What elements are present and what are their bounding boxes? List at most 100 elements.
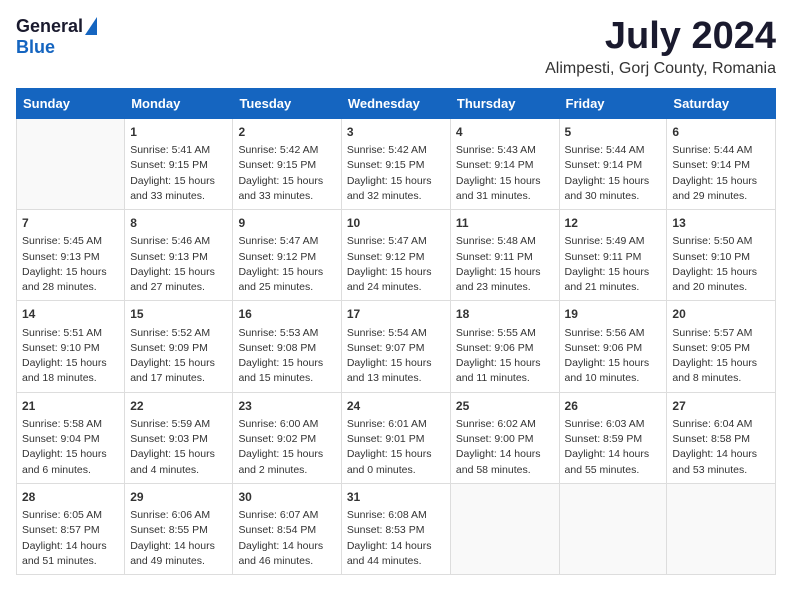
cell-info-line: Sunset: 9:13 PM [22, 250, 119, 265]
day-of-week-header: Friday [559, 88, 667, 118]
cell-info-line: Sunset: 8:59 PM [565, 432, 662, 447]
calendar-cell [667, 483, 776, 574]
calendar-table: SundayMondayTuesdayWednesdayThursdayFrid… [16, 88, 776, 575]
day-number: 6 [672, 124, 770, 141]
day-number: 3 [347, 124, 445, 141]
logo-blue-text: Blue [16, 37, 55, 58]
calendar-cell: 14Sunrise: 5:51 AMSunset: 9:10 PMDayligh… [17, 301, 125, 392]
cell-info-line: Daylight: 14 hours [565, 447, 662, 462]
cell-info-line: Sunset: 8:53 PM [347, 523, 445, 538]
cell-info-line: Sunset: 9:06 PM [565, 341, 662, 356]
logo-general-text: General [16, 16, 83, 37]
cell-info-line: Sunset: 9:10 PM [22, 341, 119, 356]
cell-info-line: Daylight: 15 hours [672, 356, 770, 371]
month-year-title: July 2024 [545, 16, 776, 58]
cell-info-line: and 27 minutes. [130, 280, 227, 295]
cell-info-line: and 32 minutes. [347, 189, 445, 204]
day-number: 12 [565, 215, 662, 232]
cell-info-line: and 2 minutes. [238, 463, 335, 478]
cell-info-line: Sunset: 9:12 PM [238, 250, 335, 265]
cell-info-line: Sunrise: 6:03 AM [565, 417, 662, 432]
cell-info-line: Sunset: 9:12 PM [347, 250, 445, 265]
cell-info-line: Daylight: 15 hours [130, 174, 227, 189]
calendar-week-row: 7Sunrise: 5:45 AMSunset: 9:13 PMDaylight… [17, 210, 776, 301]
cell-info-line: and 46 minutes. [238, 554, 335, 569]
cell-info-line: Sunrise: 5:57 AM [672, 326, 770, 341]
day-number: 8 [130, 215, 227, 232]
calendar-cell: 18Sunrise: 5:55 AMSunset: 9:06 PMDayligh… [450, 301, 559, 392]
cell-info-line: Sunrise: 5:51 AM [22, 326, 119, 341]
cell-info-line: Daylight: 15 hours [672, 265, 770, 280]
cell-info-line: Sunrise: 6:02 AM [456, 417, 554, 432]
calendar-cell: 11Sunrise: 5:48 AMSunset: 9:11 PMDayligh… [450, 210, 559, 301]
page-header: General Blue July 2024 Alimpesti, Gorj C… [16, 16, 776, 78]
calendar-cell: 9Sunrise: 5:47 AMSunset: 9:12 PMDaylight… [233, 210, 341, 301]
calendar-cell: 30Sunrise: 6:07 AMSunset: 8:54 PMDayligh… [233, 483, 341, 574]
calendar-cell: 6Sunrise: 5:44 AMSunset: 9:14 PMDaylight… [667, 118, 776, 209]
calendar-week-row: 28Sunrise: 6:05 AMSunset: 8:57 PMDayligh… [17, 483, 776, 574]
day-number: 25 [456, 398, 554, 415]
cell-info-line: Sunrise: 5:58 AM [22, 417, 119, 432]
calendar-cell: 31Sunrise: 6:08 AMSunset: 8:53 PMDayligh… [341, 483, 450, 574]
cell-info-line: and 8 minutes. [672, 371, 770, 386]
cell-info-line: and 10 minutes. [565, 371, 662, 386]
cell-info-line: Sunset: 8:57 PM [22, 523, 119, 538]
cell-info-line: Daylight: 15 hours [130, 356, 227, 371]
cell-info-line: Sunset: 9:04 PM [22, 432, 119, 447]
cell-info-line: Daylight: 14 hours [130, 539, 227, 554]
cell-info-line: and 6 minutes. [22, 463, 119, 478]
calendar-cell: 16Sunrise: 5:53 AMSunset: 9:08 PMDayligh… [233, 301, 341, 392]
day-of-week-header: Monday [125, 88, 233, 118]
day-number: 7 [22, 215, 119, 232]
cell-info-line: and 11 minutes. [456, 371, 554, 386]
cell-info-line: Daylight: 15 hours [130, 265, 227, 280]
cell-info-line: Sunrise: 5:50 AM [672, 234, 770, 249]
day-number: 24 [347, 398, 445, 415]
cell-info-line: and 55 minutes. [565, 463, 662, 478]
cell-info-line: and 24 minutes. [347, 280, 445, 295]
calendar-cell: 4Sunrise: 5:43 AMSunset: 9:14 PMDaylight… [450, 118, 559, 209]
cell-info-line: and 33 minutes. [238, 189, 335, 204]
day-number: 5 [565, 124, 662, 141]
cell-info-line: Daylight: 14 hours [672, 447, 770, 462]
calendar-cell [450, 483, 559, 574]
calendar-cell: 27Sunrise: 6:04 AMSunset: 8:58 PMDayligh… [667, 392, 776, 483]
cell-info-line: Sunrise: 5:42 AM [238, 143, 335, 158]
day-number: 19 [565, 306, 662, 323]
cell-info-line: Sunset: 9:09 PM [130, 341, 227, 356]
cell-info-line: Sunset: 9:14 PM [456, 158, 554, 173]
cell-info-line: and 13 minutes. [347, 371, 445, 386]
location-text: Alimpesti, Gorj County, Romania [545, 60, 776, 78]
cell-info-line: Daylight: 15 hours [347, 265, 445, 280]
cell-info-line: and 51 minutes. [22, 554, 119, 569]
cell-info-line: Daylight: 15 hours [238, 447, 335, 462]
calendar-cell: 17Sunrise: 5:54 AMSunset: 9:07 PMDayligh… [341, 301, 450, 392]
cell-info-line: Sunset: 9:11 PM [565, 250, 662, 265]
calendar-cell: 28Sunrise: 6:05 AMSunset: 8:57 PMDayligh… [17, 483, 125, 574]
calendar-week-row: 1Sunrise: 5:41 AMSunset: 9:15 PMDaylight… [17, 118, 776, 209]
cell-info-line: Sunrise: 6:07 AM [238, 508, 335, 523]
cell-info-line: Sunrise: 5:42 AM [347, 143, 445, 158]
cell-info-line: and 20 minutes. [672, 280, 770, 295]
day-number: 10 [347, 215, 445, 232]
day-number: 22 [130, 398, 227, 415]
cell-info-line: Daylight: 15 hours [22, 265, 119, 280]
cell-info-line: Daylight: 15 hours [347, 447, 445, 462]
cell-info-line: and 53 minutes. [672, 463, 770, 478]
cell-info-line: Sunset: 8:55 PM [130, 523, 227, 538]
day-number: 29 [130, 489, 227, 506]
cell-info-line: Sunset: 9:06 PM [456, 341, 554, 356]
cell-info-line: Sunrise: 5:52 AM [130, 326, 227, 341]
cell-info-line: and 31 minutes. [456, 189, 554, 204]
day-number: 27 [672, 398, 770, 415]
calendar-cell: 23Sunrise: 6:00 AMSunset: 9:02 PMDayligh… [233, 392, 341, 483]
calendar-cell: 12Sunrise: 5:49 AMSunset: 9:11 PMDayligh… [559, 210, 667, 301]
day-number: 16 [238, 306, 335, 323]
cell-info-line: Sunrise: 5:47 AM [347, 234, 445, 249]
cell-info-line: Sunrise: 5:45 AM [22, 234, 119, 249]
cell-info-line: Sunrise: 5:43 AM [456, 143, 554, 158]
cell-info-line: Sunset: 9:05 PM [672, 341, 770, 356]
cell-info-line: Sunset: 8:58 PM [672, 432, 770, 447]
cell-info-line: Sunrise: 5:54 AM [347, 326, 445, 341]
calendar-cell: 10 Sunrise: 5:47 AMSunset: 9:12 PMDayligh… [341, 210, 450, 301]
